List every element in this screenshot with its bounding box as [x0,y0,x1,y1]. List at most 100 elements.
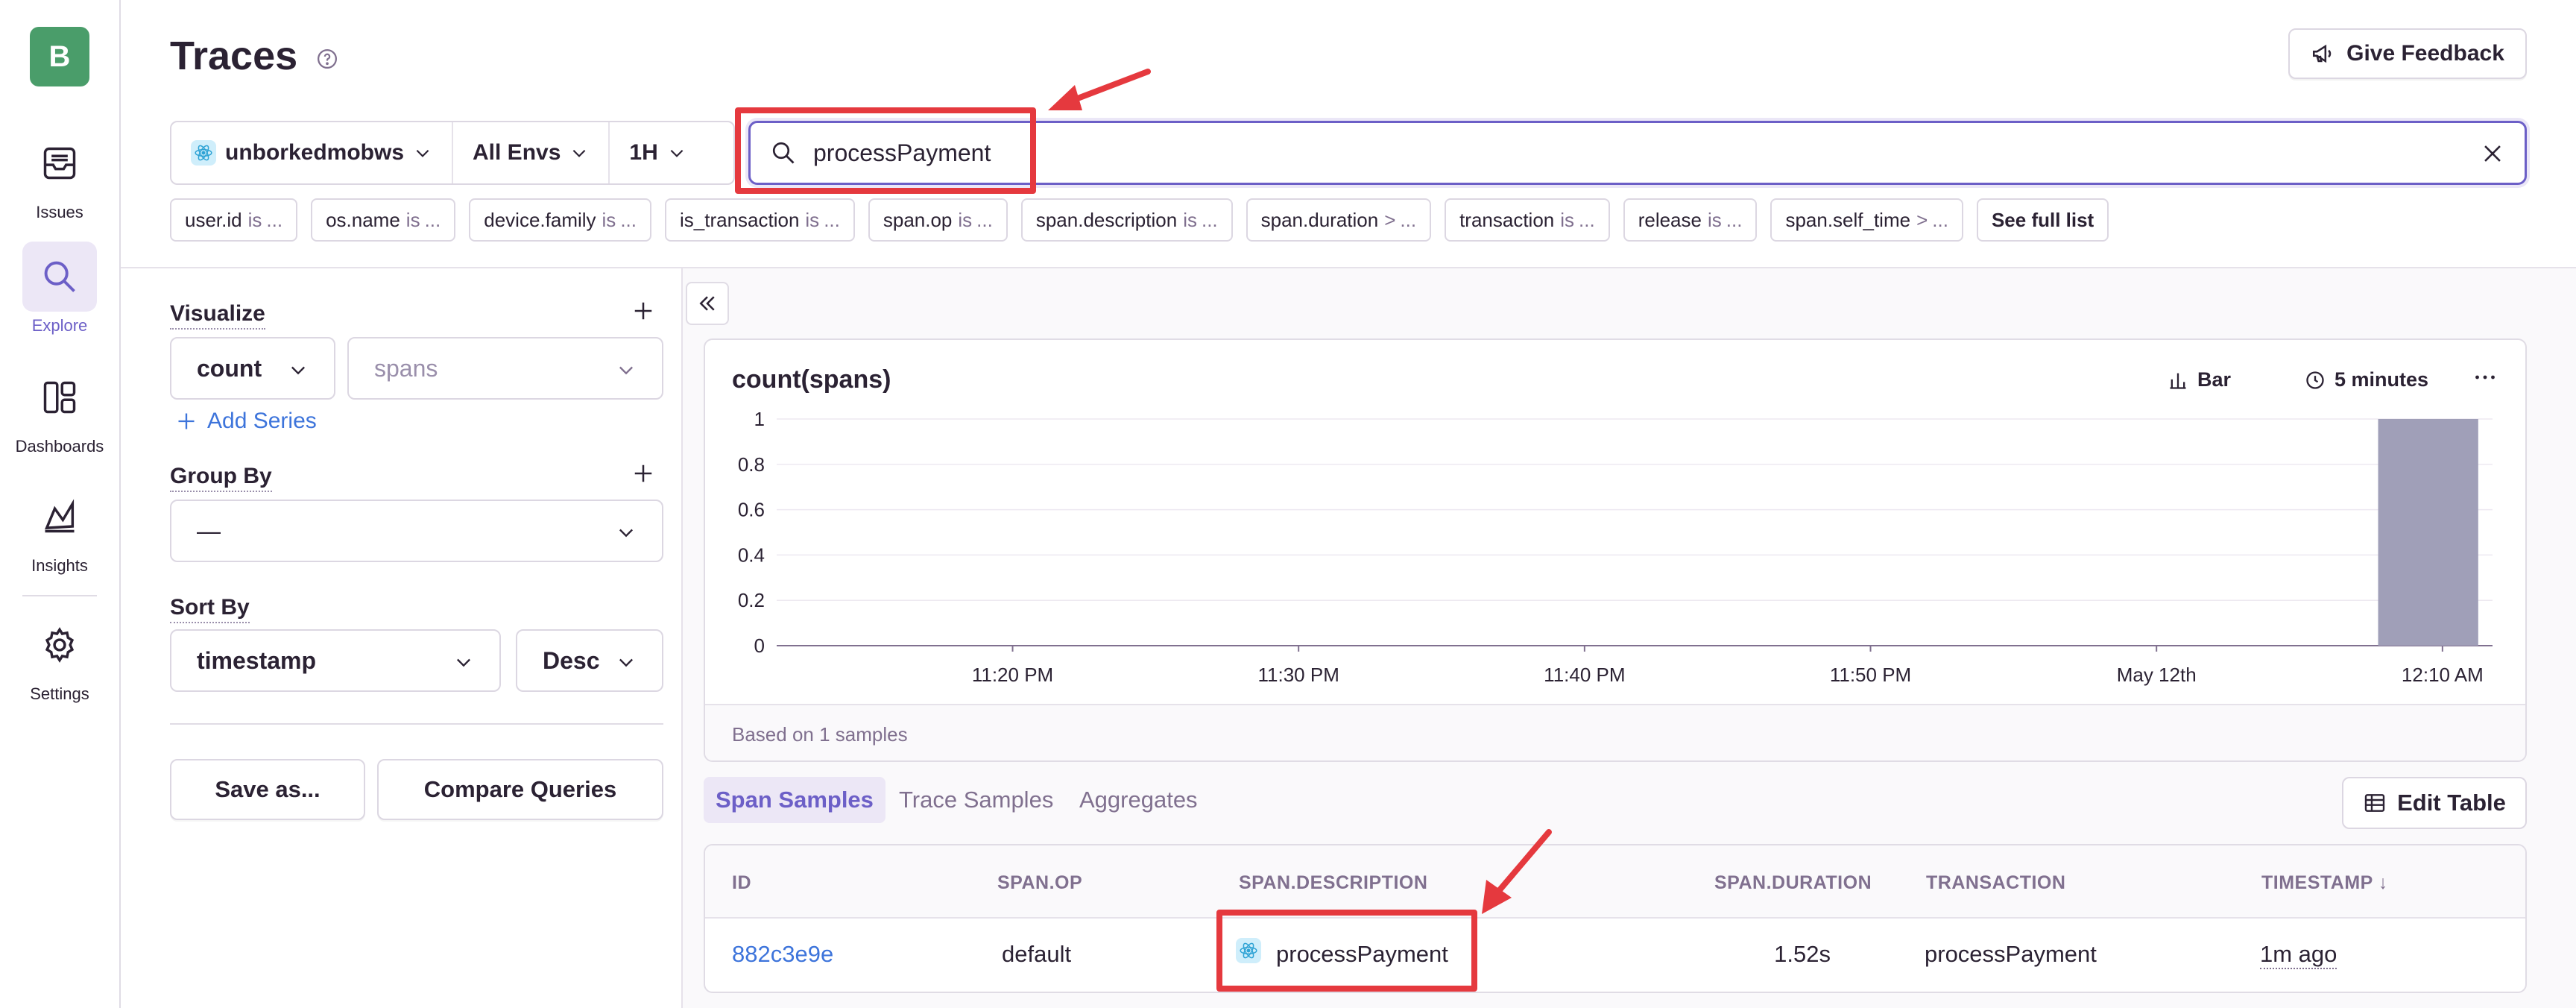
search-icon [22,242,97,312]
sort-order-select[interactable]: Desc [516,629,663,692]
nav-item-explore[interactable]: Explore [0,242,119,336]
clock-icon [2306,371,2324,389]
filter-chip[interactable]: span.self_time >... [1770,198,1963,242]
date-range-selector[interactable]: 1H [610,122,705,183]
column-header-span-duration[interactable]: SPAN.DURATION [1714,872,1872,894]
plus-icon [178,413,195,429]
chevron-down-icon [619,658,633,667]
edit-table-label: Edit Table [2397,790,2506,816]
chart-type-button[interactable]: Bar [2168,368,2231,391]
org-avatar[interactable]: B [30,27,89,86]
chart-footer: Based on 1 samples [705,704,2525,760]
y-tick-label: 1 [754,408,765,430]
y-tick-label: 0.6 [738,499,765,521]
filter-chip[interactable]: span.description is... [1020,198,1233,242]
chart-more-button[interactable] [2472,364,2498,391]
save-as-button[interactable]: Save as... [170,759,365,820]
function-select[interactable]: count [170,337,335,400]
x-tick-label: 12:10 AM [2402,664,2484,686]
chart-interval-label: 5 minutes [2334,368,2429,391]
timestamp-cell: 1m ago [2260,941,2337,969]
span-description-cell: processPayment [1276,941,1448,967]
column-header-transaction[interactable]: TRANSACTION [1926,872,2065,894]
close-icon[interactable] [2480,141,2505,166]
nav-item-dashboards[interactable]: Dashboards [0,362,119,456]
span-op-cell: default [1002,941,1072,967]
group-by-title: Group By [170,464,272,492]
project-name: unborkedmobws [225,140,405,165]
nav-label: Settings [30,684,89,703]
tab-aggregates[interactable]: Aggregates [1067,777,1210,823]
span-id-link[interactable]: 882c3e9e [732,941,833,968]
span-duration-cell: 1.52s [1774,941,1831,967]
x-tick-label: 11:20 PM [972,664,1053,686]
chart-card: 0 0.2 0.4 0.6 0.8 1 11:20 PM 11:30 PM 11:40 PM 11… [704,338,2527,762]
filter-chip[interactable]: release is... [1623,198,1758,242]
y-tick-label: 0.8 [738,453,765,476]
chevron-down-icon [670,149,684,157]
compare-queries-button[interactable]: Compare Queries [377,759,663,820]
span-samples-table: ID SPAN.OP SPAN.DESCRIPTION SPAN.DURATIO… [704,844,2527,993]
project-selector[interactable]: unborkedmobws [171,122,454,183]
help-icon[interactable] [316,48,338,70]
tab-trace-samples[interactable]: Trace Samples [887,777,1065,823]
column-header-span-description[interactable]: SPAN.DESCRIPTION [1239,872,1427,894]
sample-count-text: Based on 1 samples [732,723,908,746]
search-input[interactable]: processPayment [748,121,2527,185]
see-full-list-button[interactable]: See full list [1976,198,2109,242]
filter-chip[interactable]: os.name is... [311,198,456,242]
group-by-select[interactable]: — [170,500,663,562]
chevrons-left-icon [699,296,715,311]
filter-chip[interactable]: is_transaction is... [664,198,855,242]
add-series-button[interactable]: Add Series [176,409,317,434]
visualize-title: Visualize [170,301,265,330]
add-group-by-icon[interactable] [632,462,654,485]
chart-title: count(spans) [732,365,891,394]
page-title: Traces [170,34,298,78]
bar-chart-icon [2170,373,2186,389]
collapse-panel-button[interactable] [686,282,729,325]
group-by-value: — [197,517,221,544]
y-tick-label: 0.2 [738,589,765,611]
sort-order-value: Desc [543,646,600,674]
filter-chip[interactable]: transaction is... [1445,198,1610,242]
table-header: ID SPAN.OP SPAN.DESCRIPTION SPAN.DURATIO… [705,845,2525,919]
sort-field-value: timestamp [197,646,317,674]
column-header-id[interactable]: ID [732,872,751,894]
tab-span-samples[interactable]: Span Samples [704,777,886,823]
nav-item-issues[interactable]: Issues [0,128,119,222]
chevron-down-icon [619,366,633,375]
column-header-timestamp[interactable]: TIMESTAMP ↓ [2261,872,2388,894]
panel-divider [170,723,663,725]
x-tick-label: 11:40 PM [1544,664,1625,686]
environment-selector[interactable]: All Envs [453,122,610,183]
add-visualize-icon[interactable] [632,300,654,322]
add-series-label: Add Series [207,409,317,433]
filter-chip[interactable]: device.family is... [469,198,651,242]
chevron-down-icon [291,366,305,375]
give-feedback-button[interactable]: Give Feedback [2288,28,2527,79]
edit-table-button[interactable]: Edit Table [2342,777,2527,829]
filter-key-chips: user.id is... os.name is... device.family i… [170,198,2109,242]
chevron-down-icon [573,149,586,157]
transaction-cell: processPayment [1925,941,2097,967]
search-icon [772,142,795,164]
nav-item-settings[interactable]: Settings [0,610,119,704]
function-value: count [197,354,262,382]
nav-item-insights[interactable]: Insights [0,482,119,576]
x-tick-label: 11:50 PM [1830,664,1911,686]
page-filter-bar: unborkedmobws All Envs 1H [170,121,735,185]
sort-by-title: Sort By [170,595,250,623]
filter-chip[interactable]: user.id is... [170,198,298,242]
table-icon [2364,794,2385,812]
filter-chip[interactable]: span.duration >... [1246,198,1432,242]
column-header-span-op[interactable]: SPAN.OP [997,872,1082,894]
chart-interval-button[interactable]: 5 minutes [2305,368,2428,391]
filter-chip[interactable]: span.op is... [868,198,1008,242]
sort-field-select[interactable]: timestamp [170,629,501,692]
argument-select[interactable]: spans [347,337,663,400]
issues-icon [22,128,97,198]
search-query: processPayment [813,139,991,166]
megaphone-icon [2313,44,2332,63]
date-range-value: 1H [629,140,658,165]
